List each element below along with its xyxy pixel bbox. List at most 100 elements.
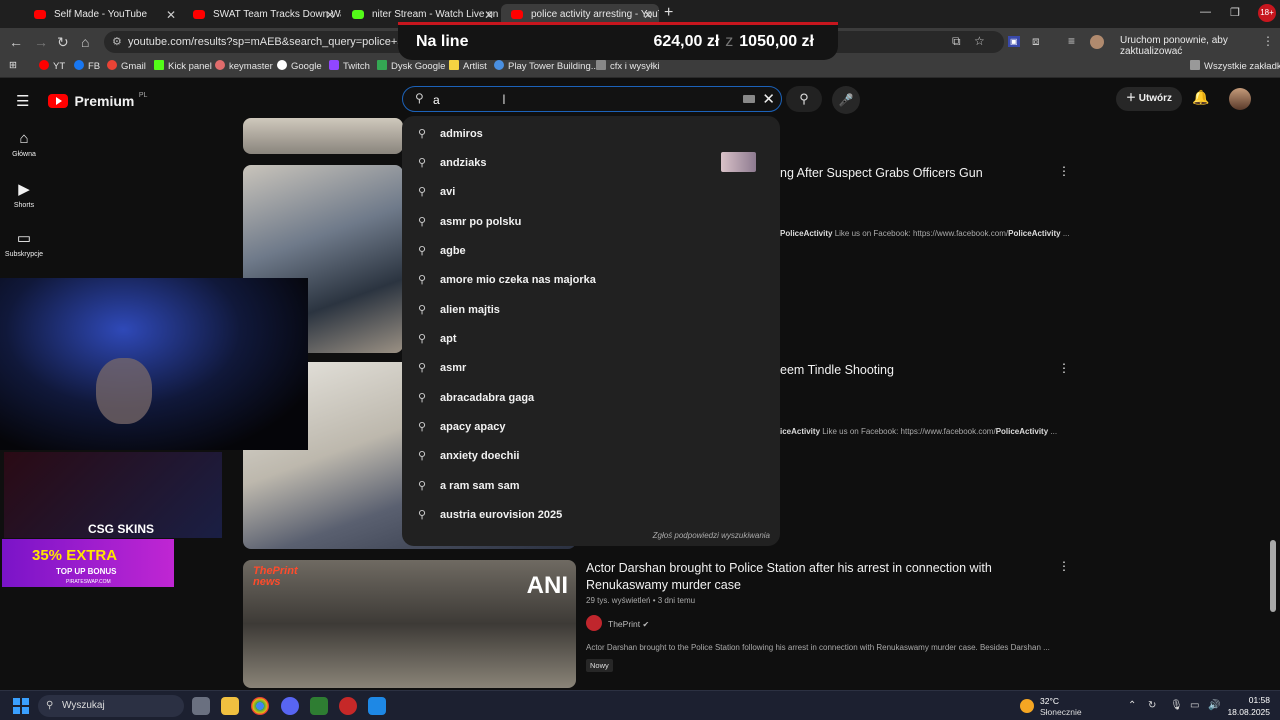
video-title[interactable]: eem Tindle Shooting — [780, 362, 894, 379]
bookmark-google[interactable]: Google — [277, 60, 322, 72]
forward-icon[interactable]: → — [34, 34, 48, 50]
suggestion-text: admiros — [440, 128, 483, 140]
tab-self-made[interactable]: Self Made - YouTube ✕ — [24, 4, 182, 26]
suggestion-item[interactable]: ⚲ amore mio czeka nas majorka — [402, 266, 780, 295]
apps-grid-icon[interactable]: ⊞ — [9, 60, 17, 71]
suggestion-item[interactable]: ⚲ anxiety doechii — [402, 442, 780, 471]
voice-search-button[interactable]: 🎤 — [832, 86, 860, 114]
more-options-icon[interactable]: ⋮ — [1058, 164, 1070, 178]
video-title[interactable]: ng After Suspect Grabs Officers Gun — [780, 165, 983, 182]
bookmark-kick-panel[interactable]: Kick panel — [154, 60, 212, 72]
bookmark-play-tower[interactable]: Play Tower Building... — [494, 60, 599, 72]
menu-hamburger-icon[interactable]: ☰ — [16, 92, 29, 110]
suggestion-item[interactable]: ⚲ asmr — [402, 354, 780, 383]
restore-icon[interactable]: ❐ — [1230, 6, 1240, 19]
bookmark-keymaster[interactable]: keymaster — [215, 60, 273, 72]
chevron-up-icon[interactable]: ⌃ — [1128, 700, 1136, 711]
media-control-icon[interactable]: ≡ — [1068, 34, 1075, 48]
new-tab-button[interactable]: + — [664, 4, 673, 22]
suggestion-item[interactable]: ⚲ asmr po polsku — [402, 208, 780, 237]
bookmark-fb[interactable]: FB — [74, 60, 100, 72]
avatar[interactable] — [1229, 88, 1251, 110]
bookmark-twitch[interactable]: Twitch — [329, 60, 370, 72]
suggestion-item[interactable]: ⚲ alien majtis — [402, 296, 780, 325]
more-options-icon[interactable]: ⋮ — [1058, 361, 1070, 375]
system-clock[interactable]: 01:58 18.08.2025 — [1226, 694, 1270, 718]
suggestion-text: anxiety doechii — [440, 450, 520, 462]
network-icon[interactable]: ▭ — [1190, 700, 1199, 711]
suggestion-text: asmr po polsku — [440, 216, 522, 228]
channel-name-text: ThePrint — [608, 619, 641, 629]
close-tab-icon[interactable]: ✕ — [166, 4, 176, 26]
suggestion-item[interactable]: ⚲ a ram sam sam — [402, 472, 780, 501]
video-thumbnail[interactable] — [243, 118, 403, 154]
restart-to-update-button[interactable]: Uruchom ponownie, aby zaktualizować — [1120, 35, 1280, 57]
create-button[interactable]: ＋ Utwórz — [1116, 87, 1182, 111]
suggestion-item[interactable]: ⚲ apt — [402, 325, 780, 354]
back-icon[interactable]: ← — [9, 34, 23, 50]
promo-headline: 35% EXTRA — [32, 547, 118, 564]
bookmark-google-drive[interactable]: Dysk Google — [377, 60, 445, 72]
suggestion-item[interactable]: ⚲ abracadabra gaga — [402, 384, 780, 413]
all-bookmarks[interactable]: Wszystkie zakładki — [1190, 60, 1280, 72]
cast-icon[interactable]: ⧉ — [952, 34, 961, 49]
sidebar-item-subscriptions[interactable]: ▭ Subskrypcje — [0, 229, 48, 258]
extensions-puzzle-icon[interactable]: ⧈ — [1032, 34, 1040, 49]
video-title[interactable]: Actor Darshan brought to Police Station … — [586, 560, 1026, 594]
search-query-text: a — [433, 93, 440, 107]
video-thumbnail[interactable]: ThePrint news ANI — [243, 560, 576, 688]
suggestion-item[interactable]: ⚲ agbe — [402, 237, 780, 266]
search-button[interactable]: ⚲ — [786, 86, 822, 112]
chrome-icon[interactable] — [251, 697, 269, 715]
volume-icon[interactable]: 🔊 — [1208, 700, 1220, 711]
channel-avatar[interactable] — [586, 615, 602, 631]
app-icon[interactable] — [339, 697, 357, 715]
minimize-icon[interactable]: — — [1200, 6, 1211, 18]
tab-title: police activity arresting - YouTu — [531, 9, 659, 20]
sidebar-item-shorts[interactable]: ▶ Shorts — [0, 180, 48, 209]
suggestion-item[interactable]: ⚲ avi — [402, 178, 780, 207]
channel-name[interactable]: ThePrint ✔ — [608, 619, 649, 629]
bookmark-label: Kick panel — [168, 61, 212, 72]
report-suggestions-link[interactable]: Zgłoś podpowiedzi wyszukiwania — [653, 531, 770, 540]
profile-badge-icon[interactable]: 18+ — [1258, 4, 1276, 22]
suggestion-item[interactable]: ⚲ andziaks — [402, 149, 780, 178]
taskbar-search[interactable]: ⚲ Wyszukaj — [38, 695, 184, 717]
bookmark-cfx[interactable]: cfx i wysyłki — [596, 60, 660, 72]
bookmark-star-icon[interactable]: ☆ — [974, 34, 985, 48]
microphone-icon[interactable]: 🎙 — [1170, 700, 1183, 711]
suggestion-item[interactable]: ⚲ admiros — [402, 120, 780, 149]
more-options-icon[interactable]: ⋮ — [1058, 559, 1070, 573]
sync-icon[interactable]: ↻ — [1148, 700, 1156, 711]
photos-icon[interactable] — [368, 697, 386, 715]
site-info-icon[interactable]: ⚙ — [112, 31, 122, 53]
bookmark-gmail[interactable]: Gmail — [107, 60, 146, 72]
suggestion-item[interactable]: ⚲ apacy apacy — [402, 413, 780, 442]
search-icon: ⚲ — [418, 421, 427, 433]
profile-avatar-icon[interactable] — [1090, 35, 1104, 49]
youtube-premium-logo[interactable]: Premium PL — [48, 92, 147, 109]
suggestion-item[interactable]: ⚲ austria eurovision 2025 — [402, 501, 780, 530]
search-input[interactable]: ⚲ a ✕ — [402, 86, 782, 112]
tab-swat-team[interactable]: SWAT Team Tracks Down Want ✕ — [183, 4, 341, 26]
task-view-icon[interactable] — [192, 697, 210, 715]
search-icon: ⚲ — [418, 362, 427, 374]
clock-date: 18.08.2025 — [1227, 707, 1270, 717]
clear-search-icon[interactable]: ✕ — [762, 90, 775, 108]
extension-icon[interactable]: ▣ — [1008, 36, 1020, 47]
reload-icon[interactable]: ↻ — [57, 34, 69, 51]
home-icon[interactable]: ⌂ — [81, 34, 89, 50]
excel-icon[interactable] — [310, 697, 328, 715]
sidebar-item-home[interactable]: ⌂ Główna — [0, 130, 48, 158]
suggestion-text: austria eurovision 2025 — [440, 509, 563, 521]
file-explorer-icon[interactable] — [221, 697, 239, 715]
notifications-bell-icon[interactable]: 🔔 — [1192, 89, 1209, 106]
bookmark-yt[interactable]: YT — [39, 60, 65, 72]
discord-icon[interactable] — [281, 697, 299, 715]
page-scrollbar[interactable] — [1270, 540, 1276, 612]
keyboard-icon[interactable] — [743, 95, 755, 103]
browser-menu-icon[interactable]: ⋮ — [1262, 34, 1274, 48]
close-tab-icon[interactable]: ✕ — [325, 4, 335, 26]
windows-start-icon[interactable] — [13, 698, 29, 714]
bookmark-artlist[interactable]: Artlist — [449, 60, 487, 72]
